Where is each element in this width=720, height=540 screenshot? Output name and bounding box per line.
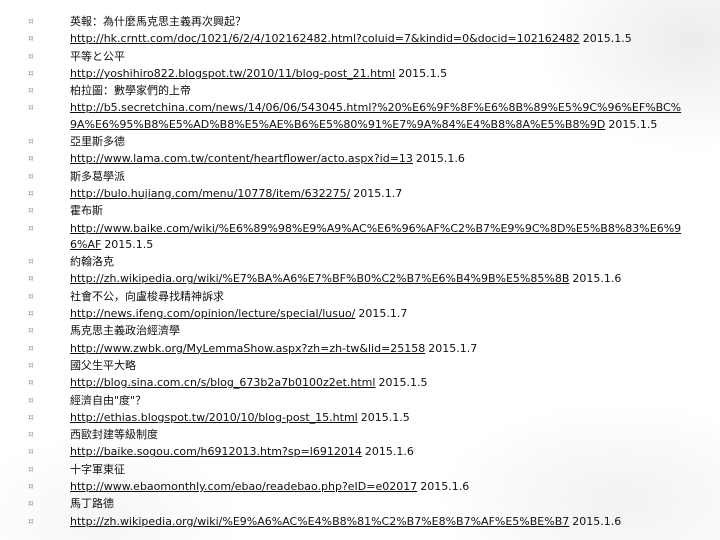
bullet-icon: ¤ [28,343,34,354]
reference-link-item: ¤ http://www.lama.com.tw/content/heartflo… [28,151,688,168]
reference-title: 國父生平大略 [70,358,136,372]
access-date: 2015.1.7 [428,341,478,355]
reference-url-link[interactable]: http://www.zwbk.org/MyLemmaShow.aspx?zh=… [70,342,425,355]
reference-url-link[interactable]: http://www.ebaomonthly.com/ebao/readebao… [70,480,417,493]
bullet-icon: ¤ [28,430,34,441]
reference-title-item: ¤ 柏拉圖：數學家們的上帝 [28,83,688,100]
reference-link-item: ¤ http://yoshihiro822.blogspot.tw/2010/11… [28,66,688,83]
bullet-icon: ¤ [28,360,34,371]
access-date: 2015.1.5 [608,118,658,132]
reference-title-item: ¤ 馬克思主義政治經濟學 [28,323,688,340]
access-date: 2015.1.6 [420,480,470,494]
reference-title-item: ¤ 亞里斯多德 [28,134,688,151]
reference-title-item: ¤ 斯多葛學派 [28,169,688,186]
reference-link-item: ¤ http://blog.sina.com.cn/s/blog_673b2a7b… [28,375,688,392]
bullet-icon: ¤ [28,274,34,285]
bullet-icon: ¤ [28,103,34,114]
access-date: 2015.1.7 [353,186,403,200]
reference-link-item: ¤ http://www.baike.com/wiki/%E6%89%98%E9%… [28,221,688,255]
reference-link-item: ¤ http://b5.secretchina.com/news/14/06/06… [28,100,688,134]
bullet-icon: ¤ [28,309,34,320]
reference-title: 亞里斯多德 [70,135,125,149]
bullet-icon: ¤ [28,51,34,62]
reference-link-item: ¤ http://hk.crntt.com/doc/1021/6/2/4/1021… [28,31,688,48]
reference-link-item: ¤ http://ethias.blogspot.tw/2010/10/blog-… [28,410,688,427]
bullet-icon: ¤ [28,482,34,493]
reference-list: ¤ 英報：為什麼馬克思主義再次興起？ ¤ http://hk.crntt.com/do… [28,14,688,531]
reference-url-link[interactable]: http://blog.sina.com.cn/s/blog_673b2a7b0… [70,376,375,389]
bullet-icon: ¤ [28,257,34,268]
reference-link-item: ¤ http://bulo.hujiang.com/menu/10778/item… [28,186,688,203]
reference-url-link[interactable]: http://bulo.hujiang.com/menu/10778/item/… [70,187,350,200]
reference-link-item: ¤ http://news.ifeng.com/opinion/lecture/s… [28,306,688,323]
reference-url-link[interactable]: http://hk.crntt.com/doc/1021/6/2/4/10216… [70,32,580,45]
reference-title: 馬丁路德 [70,497,114,511]
reference-title: 馬克思主義政治經濟學 [70,324,180,338]
reference-link-item: ¤ http://www.ebaomonthly.com/ebao/readeba… [28,479,688,496]
reference-title: 十字軍東征 [70,462,125,476]
access-date: 2015.1.6 [415,152,465,166]
reference-title: 柏拉圖：數學家們的上帝 [70,84,191,98]
reference-title-item: ¤ 國父生平大略 [28,358,688,375]
reference-title: 霍布斯 [70,204,103,218]
reference-title-item: ¤ 約翰洛克 [28,254,688,271]
reference-url-link[interactable]: http://zh.wikipedia.org/wiki/%E7%BA%A6%E… [70,272,569,285]
access-date: 2015.1.6 [572,272,622,286]
reference-url-link[interactable]: http://b5.secretchina.com/news/14/06/06/… [70,101,681,131]
bullet-icon: ¤ [28,171,34,182]
bullet-icon: ¤ [28,17,34,27]
bullet-icon: ¤ [28,464,34,475]
reference-title: 平等と公平 [70,49,125,63]
access-date: 2015.1.5 [582,32,632,46]
access-date: 2015.1.5 [378,376,428,390]
reference-title: 英報：為什麼馬克思主義再次興起？ [70,15,246,28]
bullet-icon: ¤ [28,516,34,527]
access-date: 2015.1.5 [360,410,410,424]
reference-url-link[interactable]: http://www.baike.com/wiki/%E6%89%98%E9%A… [70,222,681,252]
reference-title: 西歐封建等級制度 [70,428,158,442]
reference-title-item: ¤ 英報：為什麼馬克思主義再次興起？ [28,14,688,31]
access-date: 2015.1.5 [104,238,154,252]
reference-url-link[interactable]: http://yoshihiro822.blogspot.tw/2010/11/… [70,67,395,80]
bullet-icon: ¤ [28,378,34,389]
bullet-icon: ¤ [28,188,34,199]
reference-link-item: ¤ http://zh.wikipedia.org/wiki/%E9%A6%AC%… [28,514,688,531]
bullet-icon: ¤ [28,68,34,79]
bullet-icon: ¤ [28,34,34,45]
bullet-icon: ¤ [28,447,34,458]
reference-title-item: ¤ 馬丁路德 [28,496,688,513]
reference-title: 斯多葛學派 [70,169,125,183]
reference-title-item: ¤ 經濟自由"度"？ [28,393,688,410]
bullet-icon: ¤ [28,395,34,406]
bullet-icon: ¤ [28,499,34,510]
reference-link-item: ¤ http://zh.wikipedia.org/wiki/%E7%BA%A6%… [28,271,688,288]
bullet-icon: ¤ [28,412,34,423]
bullet-icon: ¤ [28,223,34,234]
reference-url-link[interactable]: http://ethias.blogspot.tw/2010/10/blog-p… [70,411,358,424]
access-date: 2015.1.7 [358,307,408,321]
reference-title: 約翰洛克 [70,255,114,269]
reference-title: 經濟自由"度"？ [70,393,147,407]
reference-url-link[interactable]: http://zh.wikipedia.org/wiki/%E9%A6%AC%E… [70,515,569,528]
reference-title-item: ¤ 霍布斯 [28,203,688,220]
reference-title-item: ¤ 平等と公平 [28,49,688,66]
bullet-icon: ¤ [28,137,34,148]
reference-title-item: ¤ 西歐封建等級制度 [28,427,688,444]
reference-link-item: ¤ http://www.zwbk.org/MyLemmaShow.aspx?zh… [28,341,688,358]
bullet-icon: ¤ [28,86,34,97]
reference-url-link[interactable]: http://baike.sogou.com/h6912013.htm?sp=l… [70,445,362,458]
bullet-icon: ¤ [28,326,34,337]
reference-title-item: ¤ 社會不公，向盧梭尋找精神訴求 [28,289,688,306]
access-date: 2015.1.5 [398,66,448,80]
bullet-icon: ¤ [28,291,34,302]
bullet-icon: ¤ [28,154,34,165]
reference-title: 社會不公，向盧梭尋找精神訴求 [70,289,224,303]
bullet-icon: ¤ [28,206,34,217]
access-date: 2015.1.6 [364,445,414,459]
reference-url-link[interactable]: http://news.ifeng.com/opinion/lecture/sp… [70,307,355,320]
reference-url-link[interactable]: http://www.lama.com.tw/content/heartflow… [70,152,413,165]
access-date: 2015.1.6 [572,514,622,528]
reference-link-item: ¤ http://baike.sogou.com/h6912013.htm?sp=… [28,444,688,461]
reference-title-item: ¤ 十字軍東征 [28,462,688,479]
